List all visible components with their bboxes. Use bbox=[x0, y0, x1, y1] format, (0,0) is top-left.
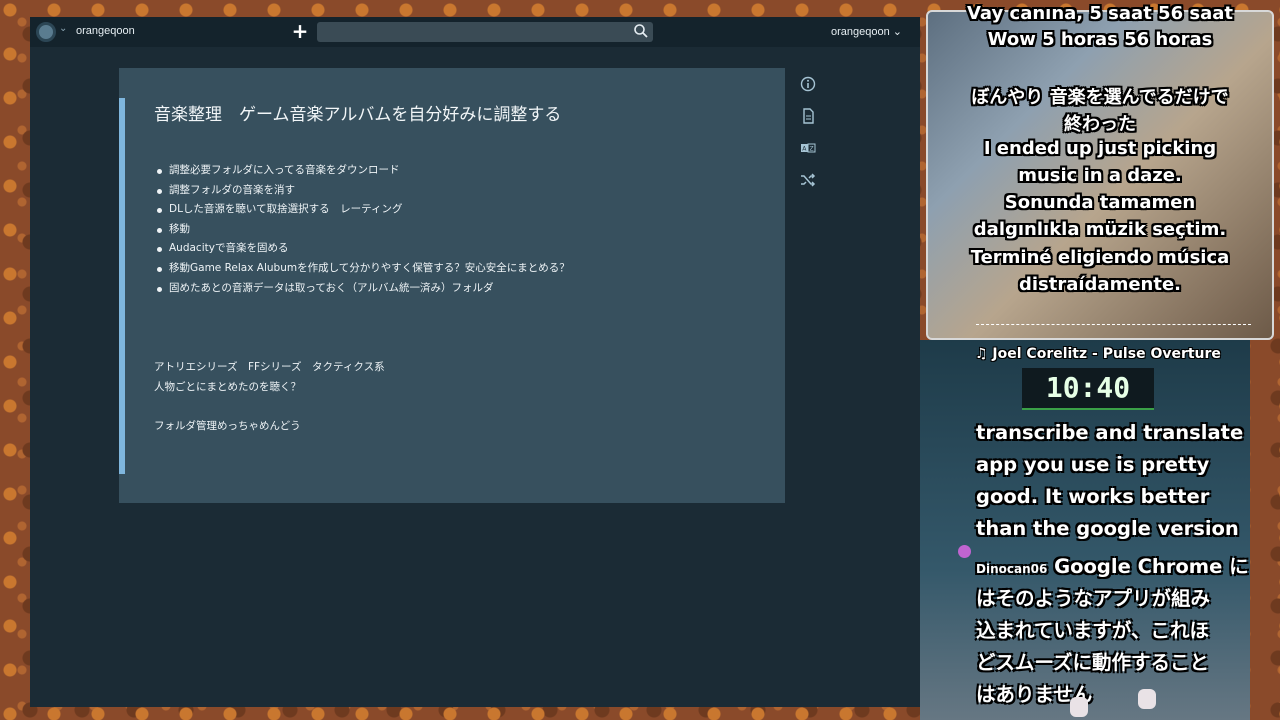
top-bar: ⌄ orangeqoon + orangeqoon ⌄ bbox=[30, 17, 920, 47]
task-list: 調整必要フォルダに入ってる音楽をダウンロード 調整フォルダの音楽を消す DLした… bbox=[157, 161, 570, 298]
brand-name[interactable]: orangeqoon bbox=[76, 25, 135, 37]
list-item[interactable]: DLした音源を聴いて取捨選択する レーティング bbox=[157, 200, 570, 220]
chat-message: Google Chrome に bbox=[1054, 555, 1249, 578]
focus-indicator bbox=[119, 98, 125, 474]
stream-timer: 10:40 bbox=[1022, 368, 1154, 410]
mascot-icon bbox=[1138, 689, 1156, 709]
info-icon[interactable] bbox=[800, 76, 816, 92]
caption-line: ぼんやり 音楽を選んでるだけで bbox=[971, 87, 1229, 108]
chat-username: Dinocan06 bbox=[976, 562, 1048, 576]
list-item[interactable]: 移動 bbox=[157, 220, 570, 240]
list-item[interactable]: 調整フォルダの音楽を消す bbox=[157, 181, 570, 201]
user-menu[interactable]: orangeqoon ⌄ bbox=[831, 25, 902, 38]
now-playing: ♫ Joel Corelitz - Pulse Overture bbox=[975, 346, 1221, 362]
caption-line: Sonunda tamamen bbox=[1004, 192, 1196, 213]
chat-line: はそのようなアプリが組み bbox=[976, 587, 1211, 610]
caption-line: Terminé eligiendo música bbox=[970, 247, 1230, 268]
list-item[interactable]: 移動Game Relax Alubumを作成して分かりやすく保管する？安心安全に… bbox=[157, 259, 570, 279]
new-note-button[interactable]: + bbox=[290, 20, 310, 42]
document-icon[interactable] bbox=[800, 108, 816, 124]
caption-line: dalgınlıkla müzik seçtim. bbox=[973, 219, 1227, 240]
chat-line: app you use is pretty bbox=[976, 453, 1210, 476]
user-badge-icon bbox=[958, 545, 971, 558]
caption-line: 終わった bbox=[1064, 114, 1136, 135]
caption-line: I ended up just picking bbox=[983, 138, 1217, 159]
note-app-window: ⌄ orangeqoon + orangeqoon ⌄ 音楽整理 ゲーム音楽アル… bbox=[30, 17, 920, 707]
search-icon[interactable] bbox=[633, 23, 649, 39]
paragraph[interactable]: 人物ごとにまとめたのを聴く？ bbox=[154, 379, 301, 394]
svg-text:Z: Z bbox=[810, 146, 814, 153]
paragraph[interactable]: フォルダ管理めっちゃめんどう bbox=[154, 418, 301, 433]
shuffle-icon[interactable] bbox=[800, 172, 816, 188]
chat-line: good. It works better bbox=[976, 485, 1210, 508]
search-input[interactable] bbox=[317, 22, 653, 42]
chat-line: 込まれていますが、これほ bbox=[976, 619, 1210, 642]
stream-overlay: Vay canına, 5 saat 56 saat Wow 5 horas 5… bbox=[920, 0, 1280, 720]
chat-line: Dinocan06 Google Chrome に bbox=[976, 550, 1249, 579]
chat-line: どスムーズに動作すること bbox=[976, 651, 1210, 674]
logo-icon[interactable] bbox=[36, 22, 56, 42]
translate-icon[interactable]: A Z bbox=[800, 140, 816, 156]
list-item[interactable]: 調整必要フォルダに入ってる音楽をダウンロード bbox=[157, 161, 570, 181]
chevron-down-icon[interactable]: ⌄ bbox=[59, 23, 67, 34]
mascot-icon bbox=[1070, 697, 1088, 717]
chat-line: transcribe and translate bbox=[976, 421, 1244, 444]
caption-line: distraídamente. bbox=[1018, 274, 1182, 295]
paragraph[interactable]: アトリエシリーズ FFシリーズ タクティクス系 bbox=[154, 359, 385, 374]
caption-line: Wow 5 horas 56 horas bbox=[987, 29, 1213, 50]
caption-line: Vay canına, 5 saat 56 saat bbox=[966, 3, 1233, 24]
list-item[interactable]: Audacityで音楽を固める bbox=[157, 239, 570, 259]
divider bbox=[976, 324, 1251, 325]
caption-line: music in a daze. bbox=[1018, 165, 1182, 186]
list-item[interactable]: 固めたあとの音源データは取っておく（アルバム統一済み）フォルダ bbox=[157, 279, 570, 299]
note-document: 音楽整理 ゲーム音楽アルバムを自分好みに調整する 調整必要フォルダに入ってる音楽… bbox=[119, 68, 785, 503]
chat-line: than the google version bbox=[976, 517, 1239, 540]
note-title[interactable]: 音楽整理 ゲーム音楽アルバムを自分好みに調整する bbox=[154, 100, 561, 125]
